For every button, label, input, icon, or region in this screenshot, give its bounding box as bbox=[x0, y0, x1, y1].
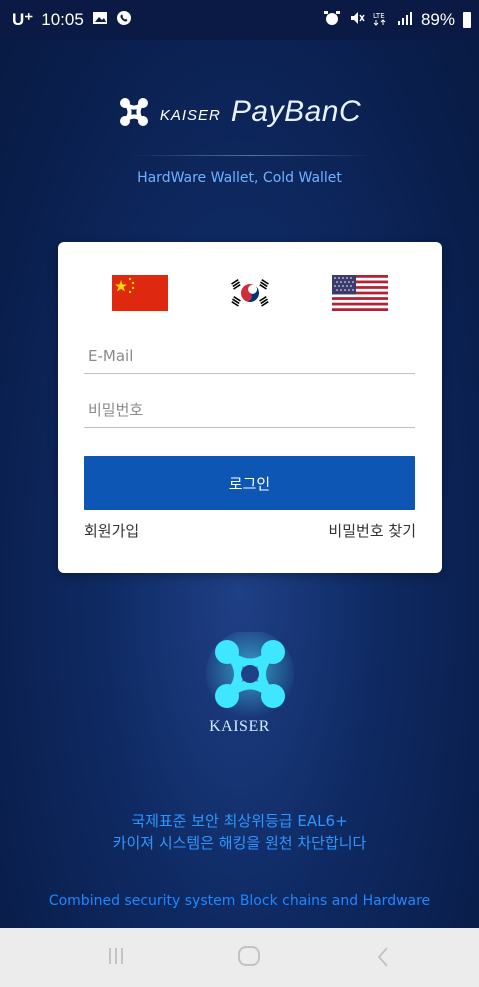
gallery-icon bbox=[92, 11, 108, 29]
china-flag-icon[interactable] bbox=[112, 275, 168, 311]
brand-logo-icon bbox=[119, 98, 148, 126]
battery-icon bbox=[463, 12, 471, 28]
status-right: LTE 89% bbox=[323, 10, 471, 30]
carrier-label: U⁺ bbox=[12, 10, 34, 29]
mute-icon bbox=[349, 10, 365, 30]
svg-text:LTE: LTE bbox=[373, 12, 385, 20]
brand-kaiser-text: KAISER bbox=[159, 106, 221, 124]
brand-header: KAISER PayBanC bbox=[0, 95, 479, 129]
signal-icon bbox=[397, 11, 413, 29]
login-card: 로그인 회원가입 비밀번호 찾기 bbox=[58, 242, 442, 573]
password-input[interactable] bbox=[84, 392, 415, 428]
battery-percent: 89% bbox=[420, 10, 455, 29]
brand-tagline: HardWare Wallet, Cold Wallet bbox=[137, 170, 342, 186]
recent-apps-icon[interactable] bbox=[108, 946, 124, 971]
login-button[interactable]: 로그인 bbox=[84, 456, 415, 510]
korea-flag-icon[interactable] bbox=[223, 275, 277, 311]
status-bar: U⁺ 10:05 LTE 89% bbox=[0, 0, 479, 40]
status-time: 10:05 bbox=[41, 10, 84, 29]
call-icon bbox=[116, 10, 132, 30]
brand-divider bbox=[130, 155, 375, 156]
combined-security-text: Combined security system Block chains an… bbox=[48, 893, 431, 909]
system-nav-bar bbox=[0, 928, 479, 987]
kaiser-emblem-label: KAISER bbox=[209, 718, 270, 735]
security-text-line1: 국제표준 보안 최상위등급 EAL6+ bbox=[131, 812, 348, 830]
signup-link[interactable]: 회원가입 bbox=[84, 520, 139, 541]
kaiser-emblem-icon bbox=[206, 632, 294, 718]
email-input[interactable] bbox=[84, 338, 415, 374]
status-left: U⁺ 10:05 bbox=[12, 10, 132, 30]
find-password-link[interactable]: 비밀번호 찾기 bbox=[328, 520, 416, 541]
usa-flag-icon[interactable] bbox=[332, 275, 388, 311]
app-screen: U⁺ 10:05 LTE 89% KAISER PayBanC HardWare… bbox=[0, 0, 479, 987]
brand-name: PayBanC bbox=[230, 95, 362, 128]
back-icon[interactable] bbox=[376, 946, 390, 973]
home-icon[interactable] bbox=[237, 945, 261, 972]
language-flags bbox=[58, 275, 442, 311]
alarm-icon bbox=[323, 10, 341, 30]
lte-icon: LTE bbox=[373, 10, 389, 30]
security-text-line2: 카이져 시스템은 해킹을 원천 차단합니다 bbox=[112, 834, 367, 852]
